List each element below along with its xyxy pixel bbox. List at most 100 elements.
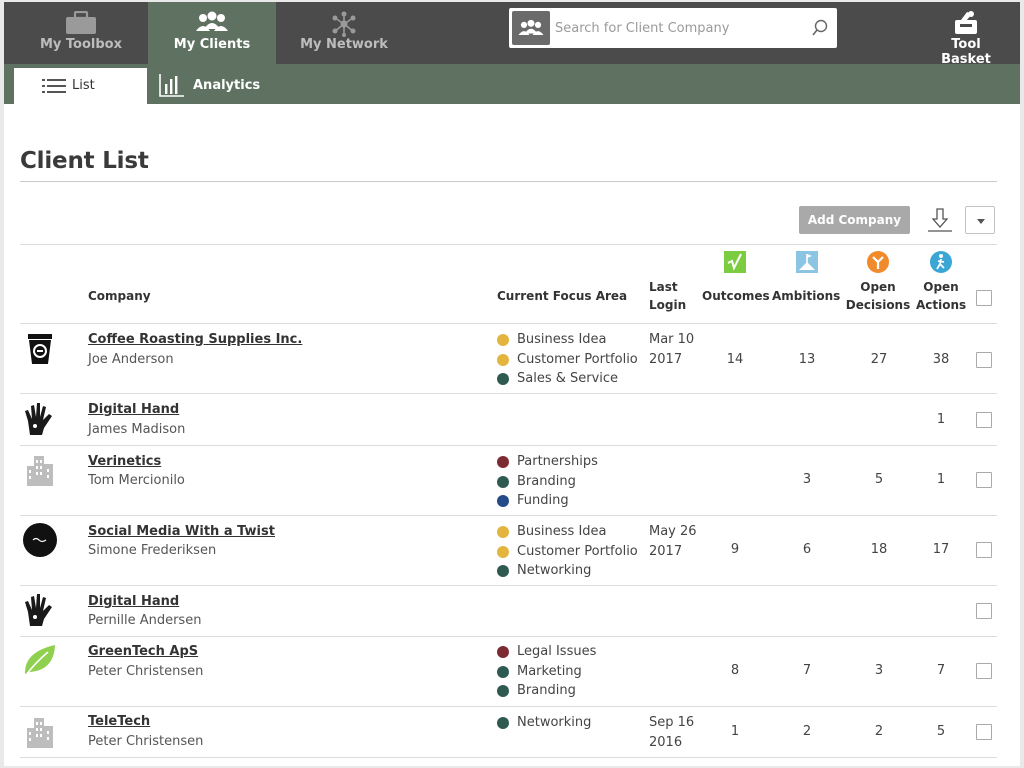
column-open-decisions-line2: Decisions — [845, 298, 911, 312]
ambitions-count: 7 — [802, 663, 812, 678]
focus-dot — [497, 646, 509, 658]
focus-dot — [497, 545, 509, 558]
last-login: Mar 10 2017 — [649, 332, 695, 367]
column-last-login-line2: Login — [649, 298, 687, 312]
nav-my-toolbox[interactable]: My Toolbox — [17, 2, 145, 64]
column-open-actions-line1: Open — [923, 280, 959, 294]
company-name-link[interactable]: TeleTech — [88, 714, 150, 729]
row-checkbox[interactable] — [976, 412, 992, 428]
search-clients-icon[interactable] — [512, 11, 550, 45]
focus-item: Networking — [497, 713, 591, 733]
list-icon — [42, 79, 66, 93]
company-name-link[interactable]: Social Media With a Twist — [88, 524, 275, 539]
row-checkbox[interactable] — [976, 542, 992, 558]
focus-item: Business Idea — [497, 522, 638, 542]
table-row: Digital Hand James Madison 1 — [4, 394, 1020, 445]
row-checkbox[interactable] — [976, 724, 992, 740]
ambitions-count: 3 — [802, 472, 812, 487]
row-checkbox[interactable] — [976, 663, 992, 679]
actions-count: 1 — [936, 412, 946, 427]
building-logo — [27, 456, 53, 486]
focus-dot — [497, 665, 509, 678]
nav-my-network-label: My Network — [300, 37, 388, 52]
ambitions-icon — [796, 251, 818, 273]
table-row: GreenTech ApS Peter Christensen Legal Is… — [4, 637, 1020, 706]
last-login: Sep 16 2016 — [649, 715, 695, 750]
actions-count: 17 — [932, 542, 950, 557]
decisions-icon — [867, 251, 889, 273]
outcomes-count: 1 — [730, 724, 740, 739]
outcomes-count: 14 — [726, 352, 744, 367]
search-input[interactable] — [555, 16, 795, 40]
focus-area-list: Networking — [497, 713, 591, 733]
column-last-login-line1: Last — [649, 280, 678, 294]
outcomes-count: 8 — [730, 663, 740, 678]
tab-list-label: List — [72, 78, 95, 93]
hand-print-logo — [25, 403, 52, 435]
nav-my-clients[interactable]: My Clients — [148, 2, 276, 64]
tab-list[interactable]: List — [14, 68, 147, 104]
download-button[interactable] — [924, 206, 956, 234]
column-outcomes: Outcomes — [702, 289, 770, 303]
more-options-dropdown[interactable] — [965, 206, 995, 234]
focus-dot — [497, 475, 509, 488]
focus-item: Sales & Service — [497, 369, 638, 389]
nav-tool-basket[interactable]: Tool Basket — [926, 2, 1006, 67]
table-row: Verinetics Tom Mercionilo Partnerships B… — [4, 446, 1020, 515]
focus-item: Marketing — [497, 662, 596, 682]
download-icon — [928, 208, 952, 232]
search-icon[interactable] — [811, 19, 829, 37]
table-top-divider — [20, 244, 997, 245]
company-name-link[interactable]: Verinetics — [88, 454, 161, 469]
decisions-count: 2 — [874, 724, 884, 739]
column-open-actions: Open Actions — [916, 278, 966, 314]
tab-analytics-label: Analytics — [193, 78, 261, 93]
company-name-link[interactable]: GreenTech ApS — [88, 644, 198, 659]
tool-basket-icon — [955, 11, 977, 34]
bar-chart-icon — [159, 74, 184, 97]
nav-my-network[interactable]: My Network — [280, 2, 408, 64]
nav-tool-basket-label: Tool Basket — [941, 37, 991, 67]
table-row: Digital Hand Pernille Andersen — [4, 586, 1020, 636]
row-checkbox[interactable] — [976, 352, 992, 368]
decisions-count: 18 — [870, 542, 888, 557]
chevron-down-icon — [977, 219, 985, 224]
twist-circle-logo — [23, 523, 57, 557]
ambitions-count: 13 — [798, 352, 816, 367]
company-name-link[interactable]: Coffee Roasting Supplies Inc. — [88, 332, 302, 347]
decisions-count: 27 — [870, 352, 888, 367]
focus-dot — [497, 717, 509, 729]
tab-analytics[interactable]: Analytics — [159, 68, 269, 104]
focus-area-list: Legal Issues Marketing Branding — [497, 642, 596, 701]
contact-name: Simone Frederiksen — [88, 543, 217, 558]
contact-name: Peter Christensen — [88, 734, 204, 749]
add-company-button[interactable]: Add Company — [799, 206, 910, 234]
focus-item: Branding — [497, 472, 598, 492]
ambitions-count: 2 — [802, 724, 812, 739]
actions-count: 38 — [932, 352, 950, 367]
column-open-decisions: Open Decisions — [844, 278, 912, 314]
actions-count: 7 — [936, 663, 946, 678]
focus-area-list: Partnerships Branding Funding — [497, 452, 598, 511]
table-row: TeleTech Peter Christensen Networking Se… — [4, 707, 1020, 757]
focus-dot — [497, 495, 509, 507]
column-focus-area: Current Focus Area — [497, 289, 628, 303]
select-all-checkbox[interactable] — [976, 290, 992, 306]
building-logo — [27, 718, 53, 748]
actions-count: 1 — [936, 472, 946, 487]
last-login: May 26 2017 — [649, 524, 697, 559]
focus-dot — [497, 353, 509, 366]
focus-dot — [497, 526, 509, 538]
company-name-link[interactable]: Digital Hand — [88, 402, 179, 417]
row-checkbox[interactable] — [976, 603, 992, 619]
actions-count: 5 — [936, 724, 946, 739]
app-frame: My Toolbox My Clients My Network Search … — [4, 2, 1020, 766]
focus-dot — [497, 456, 509, 468]
outcomes-icon — [724, 251, 746, 273]
row-checkbox[interactable] — [976, 472, 992, 488]
focus-item: Legal Issues — [497, 642, 596, 662]
coffee-cup-logo — [28, 334, 52, 364]
focus-item: Networking — [497, 561, 638, 581]
company-name-link[interactable]: Digital Hand — [88, 594, 179, 609]
focus-item: Customer Portfolio — [497, 542, 638, 562]
